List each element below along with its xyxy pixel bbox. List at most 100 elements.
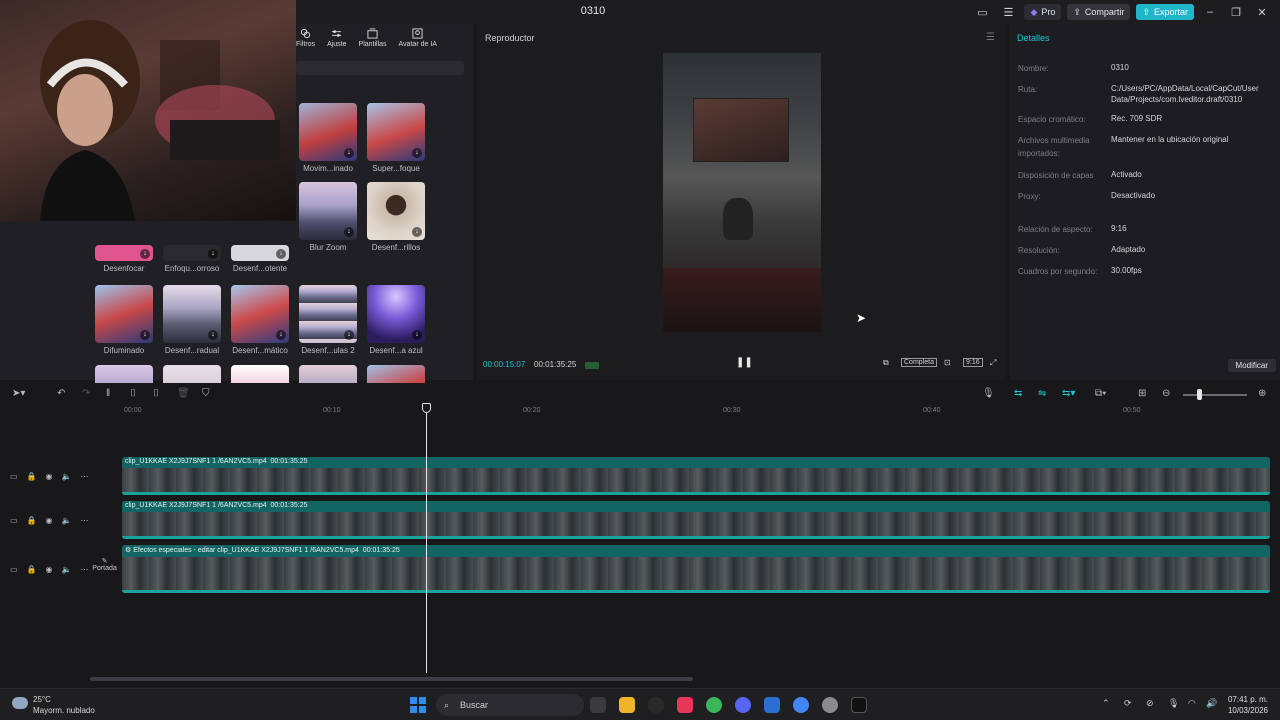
ratio-button[interactable]: 9:16 bbox=[963, 358, 983, 367]
player-menu-icon[interactable]: ☰ bbox=[986, 32, 995, 43]
tab-adjust[interactable]: Ajuste bbox=[327, 28, 347, 48]
modify-button[interactable]: Modificar bbox=[1227, 359, 1276, 372]
effect-tile[interactable]: ↓ Desenf...radual bbox=[163, 285, 221, 355]
zoom-frame-icon[interactable]: ⊡ bbox=[944, 358, 951, 367]
effect-tile[interactable]: ↓ Super...foque bbox=[367, 103, 425, 173]
microphone-icon[interactable]: 🎙 bbox=[1168, 698, 1179, 709]
zoom-out-icon[interactable]: ⊖ bbox=[1162, 388, 1170, 399]
download-icon[interactable]: ↓ bbox=[276, 249, 286, 259]
download-icon[interactable]: ↓ bbox=[344, 330, 354, 340]
discord-icon[interactable] bbox=[735, 697, 751, 713]
file-explorer-icon[interactable] bbox=[619, 697, 635, 713]
zoom-slider[interactable] bbox=[1183, 394, 1247, 396]
track-toggle-icon[interactable]: ▭ bbox=[10, 516, 18, 525]
download-icon[interactable]: ↓ bbox=[344, 227, 354, 237]
zoom-in-icon[interactable]: ⊕ bbox=[1258, 388, 1266, 399]
capcut-icon[interactable] bbox=[851, 697, 867, 713]
wifi-icon[interactable]: ◠ bbox=[1188, 698, 1196, 709]
speaker-icon[interactable]: 🔈 bbox=[62, 472, 72, 481]
cover-button[interactable]: ✎ Portada bbox=[91, 557, 118, 572]
pro-button[interactable]: ◆ Pro bbox=[1024, 4, 1062, 20]
download-icon[interactable]: ↓ bbox=[208, 330, 218, 340]
download-icon[interactable]: ↓ bbox=[412, 227, 422, 237]
timeline-ruler[interactable]: 00:00 00:10 00:20 00:30 00:40 00:50 bbox=[0, 405, 1280, 419]
effect-tile[interactable]: ↓ Blur Zoom bbox=[299, 182, 357, 252]
more-icon[interactable]: ⋯ bbox=[80, 565, 88, 574]
pause-button[interactable]: ❚❚ bbox=[736, 357, 753, 368]
effects-search-input[interactable] bbox=[296, 61, 464, 75]
select-tool-icon[interactable]: ➤▾ bbox=[12, 388, 25, 399]
fit-timeline-icon[interactable]: ⊞ bbox=[1138, 388, 1146, 399]
lock-icon[interactable]: 🔒 bbox=[27, 472, 37, 481]
effect-tile[interactable]: ↓ Desenf...a azul bbox=[367, 285, 425, 355]
main-video-clip[interactable]: ⚙ Efectos especiales - editar clip_U1KKA… bbox=[122, 545, 1270, 593]
windows-start-icon[interactable] bbox=[410, 697, 426, 713]
share-button[interactable]: ⇪ Compartir bbox=[1067, 4, 1131, 20]
download-icon[interactable]: ↓ bbox=[412, 148, 422, 158]
shield-icon[interactable]: ⛉ bbox=[202, 388, 210, 399]
zoom-slider-handle[interactable] bbox=[1197, 389, 1202, 400]
video-clip[interactable]: clip_U1KKAE X2J9J7SNF1 1 /6AN2VC5.mp4 00… bbox=[122, 457, 1270, 495]
more-icon[interactable]: ⋯ bbox=[80, 516, 88, 525]
tab-templates[interactable]: Plantillas bbox=[359, 28, 387, 48]
volume-icon[interactable]: 🔊 bbox=[1206, 698, 1217, 709]
settings-icon[interactable] bbox=[822, 697, 838, 713]
speaker-icon[interactable]: 🔈 bbox=[62, 565, 72, 574]
task-view-icon[interactable] bbox=[590, 697, 606, 713]
eye-icon[interactable]: ◉ bbox=[46, 472, 53, 481]
tab-filters[interactable]: Filtros bbox=[296, 28, 315, 48]
download-icon[interactable]: ↓ bbox=[140, 330, 150, 340]
effect-tile[interactable]: ↓ Difuminado bbox=[95, 285, 153, 355]
track-toggle-icon[interactable]: ▭ bbox=[10, 472, 18, 481]
split-icon[interactable]: ǁ bbox=[106, 388, 110, 399]
timeline-scrollbar[interactable] bbox=[90, 677, 693, 681]
effect-tile[interactable]: ↓ Movim...inado bbox=[299, 103, 357, 173]
magnet-icon[interactable]: ⇋ bbox=[1038, 388, 1046, 399]
download-icon[interactable]: ↓ bbox=[140, 249, 150, 259]
link-icon[interactable]: ⇆ bbox=[1014, 388, 1022, 399]
obs-icon[interactable] bbox=[648, 697, 664, 713]
video-clip[interactable]: clip_U1KKAE X2J9J7SNF1 1 /6AN2VC5.mp4 00… bbox=[122, 501, 1270, 539]
effect-tile[interactable]: ↓ Desenf...rillos bbox=[367, 182, 425, 252]
effect-tile[interactable]: ↓ Enfoqu...orroso bbox=[163, 245, 221, 273]
minimize-icon[interactable]: – bbox=[1200, 6, 1220, 18]
download-icon[interactable]: ↓ bbox=[276, 330, 286, 340]
close-icon[interactable]: ✕ bbox=[1252, 6, 1272, 19]
taskbar-search[interactable]: ⌕ Buscar bbox=[436, 694, 584, 716]
browser-icon[interactable] bbox=[793, 697, 809, 713]
fullscreen-icon[interactable]: ⤢ bbox=[990, 358, 996, 368]
fit-icon[interactable]: ⧉ bbox=[883, 358, 889, 368]
microphone-icon[interactable]: 🎙 bbox=[982, 388, 995, 399]
undo-icon[interactable]: ↶ bbox=[57, 388, 65, 399]
download-icon[interactable]: ↓ bbox=[412, 330, 422, 340]
trim-right-icon[interactable]: ⌷ bbox=[153, 388, 159, 399]
track-toggle-icon[interactable]: ▭ bbox=[10, 565, 18, 574]
quality-button[interactable]: Completa bbox=[901, 358, 937, 367]
speaker-icon[interactable]: 🔈 bbox=[62, 516, 72, 525]
clock[interactable]: 07:41 p. m. 10/03/2026 bbox=[1228, 694, 1268, 716]
effect-tile[interactable]: ↓ Desenf...ulas 2 bbox=[299, 285, 357, 355]
chrome-icon[interactable] bbox=[706, 697, 722, 713]
layout-icon[interactable]: ▭ bbox=[972, 6, 992, 19]
eye-icon[interactable]: ◉ bbox=[46, 565, 53, 574]
effect-tile[interactable]: ↓ Desenf...mático bbox=[231, 285, 289, 355]
network-off-icon[interactable]: ⊘ bbox=[1146, 698, 1154, 709]
tab-ai-avatar[interactable]: Avatar de IA bbox=[399, 28, 437, 48]
tiktok-icon[interactable] bbox=[677, 697, 693, 713]
delete-icon[interactable]: 🗑 bbox=[177, 388, 190, 399]
trim-left-icon[interactable]: ⌷ bbox=[130, 388, 136, 399]
snap-icon[interactable]: ⇆▾ bbox=[1062, 388, 1075, 399]
chevron-up-icon[interactable]: ⌃ bbox=[1102, 698, 1110, 709]
effect-tile[interactable]: ↓ Desenfocar bbox=[95, 245, 153, 273]
lock-icon[interactable]: 🔒 bbox=[27, 516, 37, 525]
video-preview[interactable] bbox=[663, 53, 821, 332]
redo-icon[interactable]: ↷ bbox=[82, 388, 90, 399]
eye-icon[interactable]: ◉ bbox=[46, 516, 53, 525]
weather-widget[interactable]: 25°C Mayorm. nublado bbox=[12, 694, 95, 716]
playhead-handle[interactable] bbox=[422, 403, 431, 413]
download-icon[interactable]: ↓ bbox=[344, 148, 354, 158]
lock-icon[interactable]: 🔒 bbox=[27, 565, 37, 574]
restore-icon[interactable]: ❐ bbox=[1226, 6, 1246, 19]
export-button[interactable]: ⇧ Exportar bbox=[1136, 4, 1194, 20]
preview-axis-icon[interactable]: ⧉▾ bbox=[1095, 388, 1106, 399]
